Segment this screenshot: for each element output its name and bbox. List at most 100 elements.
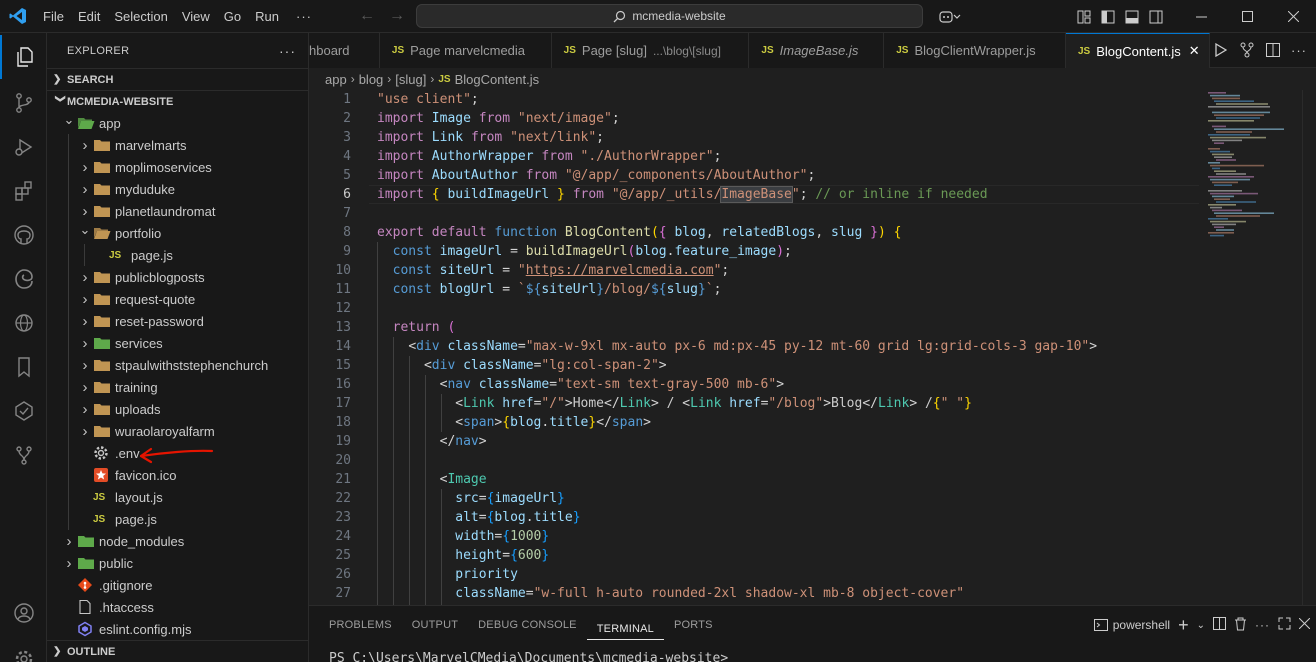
command-center-search[interactable]: mcmedia-website — [416, 4, 923, 28]
breadcrumb-item[interactable]: blog — [359, 72, 384, 87]
tree-item[interactable]: › planetlaundromat — [47, 200, 308, 222]
tree-item[interactable]: › wuraolaroyalfarm — [47, 420, 308, 442]
tree-item[interactable]: .htaccess — [47, 596, 308, 618]
code-editor[interactable]: 1 "use client"; 2 import Image from "next/… — [309, 90, 1316, 605]
tree-item[interactable]: JS page.js — [47, 244, 308, 266]
tree-item[interactable]: JS page.js — [47, 508, 308, 530]
tree-item[interactable]: › myduduke — [47, 178, 308, 200]
minimize-icon[interactable] — [1178, 0, 1224, 33]
panel-tab-output[interactable]: OUTPUT — [402, 606, 468, 644]
menu-file[interactable]: File — [36, 0, 71, 33]
menu-edit[interactable]: Edit — [71, 0, 107, 33]
minimap-line — [1214, 100, 1254, 102]
close-panel-icon[interactable] — [1298, 617, 1311, 632]
tree-item[interactable]: › stpaulwithststephenchurch — [47, 354, 308, 376]
tree-item[interactable]: › public — [47, 552, 308, 574]
tree-item[interactable]: ⌄ app — [47, 112, 308, 134]
close-window-icon[interactable] — [1270, 0, 1316, 33]
explorer-icon[interactable] — [0, 35, 47, 79]
command-center-text: mcmedia-website — [632, 9, 726, 23]
chevron-down-icon[interactable]: ⌄ — [1197, 620, 1205, 631]
maximize-panel-icon[interactable] — [1278, 617, 1291, 633]
tree-item[interactable]: eslint.config.mjs — [47, 618, 308, 640]
minimap-line — [1214, 184, 1232, 186]
minimap[interactable] — [1204, 90, 1304, 250]
code-line: 9 const imageUrl = buildImageUrl(blog.fe… — [309, 242, 1316, 261]
run-file-icon[interactable] — [1210, 39, 1232, 61]
indent-guide — [68, 244, 69, 266]
tree-item-label: stpaulwithststephenchurch — [115, 357, 269, 373]
split-editor-icon[interactable] — [1262, 39, 1284, 61]
new-terminal-icon[interactable]: + — [1178, 615, 1189, 636]
manage-gear-icon[interactable] — [0, 637, 47, 662]
tab-dashboard[interactable]: hboard — [309, 33, 380, 68]
more-actions-icon[interactable]: ··· — [1288, 39, 1310, 61]
panel-tab-problems[interactable]: PROBLEMS — [319, 606, 402, 644]
explorer-more-actions[interactable]: ··· — [279, 43, 296, 59]
tree-item[interactable]: JS layout.js — [47, 486, 308, 508]
tree-item[interactable]: ⌄ portfolio — [47, 222, 308, 244]
breadcrumb-item[interactable]: [slug] — [395, 72, 426, 87]
minimap-line — [1210, 164, 1264, 167]
chevron-right-icon: › — [82, 202, 88, 220]
panel-tab-ports[interactable]: PORTS — [664, 606, 723, 644]
copilot-icon[interactable] — [934, 0, 966, 33]
tree-item[interactable]: › training — [47, 376, 308, 398]
menu-run[interactable]: Run — [248, 0, 286, 33]
breadcrumb-file[interactable]: BlogContent.js — [455, 72, 540, 87]
source-control-icon[interactable] — [0, 81, 47, 125]
forward-arrow-icon[interactable]: → — [382, 7, 412, 25]
toggle-panel-icon[interactable] — [1120, 0, 1144, 33]
extensions-icon[interactable] — [0, 169, 47, 213]
tab-blogclientwrapper[interactable]: JS BlogClientWrapper.js — [884, 33, 1066, 68]
editor-scrollbar[interactable] — [1302, 90, 1316, 605]
remote-explorer-icon[interactable] — [0, 301, 47, 345]
accounts-icon[interactable] — [0, 591, 47, 635]
compare-changes-icon[interactable] — [1236, 39, 1258, 61]
eslint-icon — [77, 621, 97, 637]
tree-item[interactable]: › reset-password — [47, 310, 308, 332]
git-graph-icon[interactable] — [0, 433, 47, 477]
github-icon[interactable] — [0, 213, 47, 257]
menu-more[interactable]: ··· — [286, 0, 322, 33]
toggle-secondary-sidebar-icon[interactable] — [1144, 0, 1168, 33]
terminal-shell-selector[interactable]: powershell — [1093, 618, 1170, 632]
line-number: 10 — [335, 263, 351, 278]
tab-blogcontent[interactable]: JS BlogContent.js ✕ — [1065, 33, 1210, 68]
tree-item[interactable]: .gitignore — [47, 574, 308, 596]
tree-item[interactable]: › services — [47, 332, 308, 354]
split-terminal-icon[interactable] — [1213, 617, 1226, 633]
run-debug-icon[interactable] — [0, 125, 47, 169]
terminal-prompt[interactable]: PS C:\Users\MarvelCMedia\Documents\mcmed… — [329, 651, 728, 662]
breadcrumb-item[interactable]: app — [325, 72, 347, 87]
outline-section-header[interactable]: ❯ OUTLINE — [47, 640, 308, 662]
menu-selection[interactable]: Selection — [107, 0, 174, 33]
menu-go[interactable]: Go — [217, 0, 248, 33]
tab-page-slug[interactable]: JS Page [slug] ...\blog\[slug] — [551, 33, 750, 68]
tab-page-marvelcmedia[interactable]: JS Page marvelcmedia — [379, 33, 552, 68]
panel-tab-terminal[interactable]: TERMINAL — [586, 610, 664, 640]
panel-tab-debug-console[interactable]: DEBUG CONSOLE — [468, 606, 587, 644]
customize-layout-icon[interactable] — [1072, 0, 1096, 33]
tree-item[interactable]: › moplimoservices — [47, 156, 308, 178]
back-arrow-icon[interactable]: ← — [352, 7, 382, 25]
search-section-header[interactable]: ❯ SEARCH — [47, 68, 308, 90]
code-line: 17 <Link href="/">Home</Link> / <Link hr… — [309, 394, 1316, 413]
testing-icon[interactable] — [0, 389, 47, 433]
toggle-sidebar-icon[interactable] — [1096, 0, 1120, 33]
bookmark-icon[interactable] — [0, 345, 47, 389]
tree-item[interactable]: › node_modules — [47, 530, 308, 552]
tab-label: BlogContent.js — [1096, 43, 1181, 59]
tree-item[interactable]: › publicblogposts — [47, 266, 308, 288]
more-actions-icon[interactable]: ··· — [1255, 618, 1270, 632]
project-section-header[interactable]: ❯ MCMEDIA-WEBSITE — [47, 90, 308, 112]
tab-imagebase[interactable]: JS ImageBase.js — [749, 33, 885, 68]
maximize-icon[interactable] — [1224, 0, 1270, 33]
tree-item[interactable]: › request-quote — [47, 288, 308, 310]
tree-item[interactable]: › marvelmarts — [47, 134, 308, 156]
close-tab-icon[interactable]: ✕ — [1189, 43, 1200, 59]
menu-view[interactable]: View — [175, 0, 217, 33]
trash-icon[interactable] — [1234, 617, 1247, 634]
tree-item[interactable]: › uploads — [47, 398, 308, 420]
edge-browser-icon[interactable] — [0, 257, 47, 301]
